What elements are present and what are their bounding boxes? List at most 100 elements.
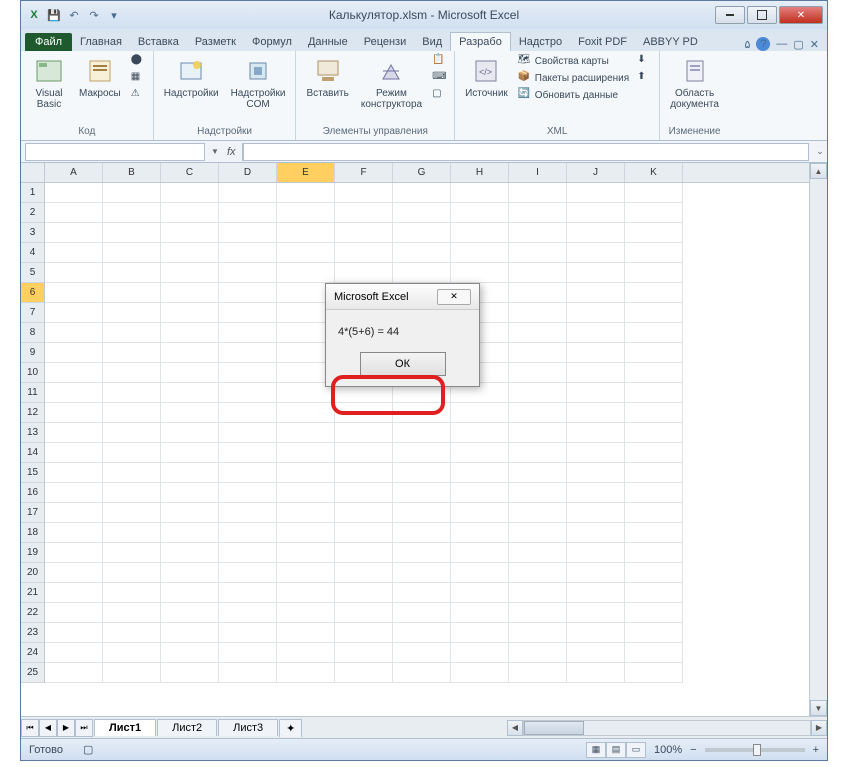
cell[interactable]: [103, 563, 161, 583]
cell[interactable]: [219, 583, 277, 603]
column-header[interactable]: A: [45, 163, 103, 182]
name-box[interactable]: [25, 143, 205, 161]
map-properties-button[interactable]: 🗺Свойства карты: [516, 53, 631, 69]
row-header[interactable]: 13: [21, 423, 44, 443]
cell[interactable]: [625, 483, 683, 503]
cell[interactable]: [567, 623, 625, 643]
grid[interactable]: [45, 183, 809, 716]
cell[interactable]: [393, 583, 451, 603]
cell[interactable]: [219, 483, 277, 503]
cell[interactable]: [567, 383, 625, 403]
cell[interactable]: [335, 203, 393, 223]
cell[interactable]: [335, 603, 393, 623]
cell[interactable]: [45, 223, 103, 243]
cell[interactable]: [567, 343, 625, 363]
cell[interactable]: [625, 523, 683, 543]
cell[interactable]: [451, 663, 509, 683]
redo-icon[interactable]: ↷: [85, 6, 103, 24]
cell[interactable]: [161, 203, 219, 223]
cell[interactable]: [567, 303, 625, 323]
cell[interactable]: [161, 323, 219, 343]
cell[interactable]: [103, 423, 161, 443]
cell[interactable]: [277, 183, 335, 203]
cell[interactable]: [625, 583, 683, 603]
cell[interactable]: [567, 443, 625, 463]
cell[interactable]: [451, 203, 509, 223]
cell[interactable]: [567, 503, 625, 523]
formula-expand-icon[interactable]: ⌄: [813, 146, 827, 157]
cell[interactable]: [277, 543, 335, 563]
cell[interactable]: [219, 603, 277, 623]
window-restore-icon[interactable]: ▢: [793, 38, 803, 51]
properties-button[interactable]: 📋: [430, 53, 448, 69]
horizontal-scrollbar[interactable]: ◀ ▶: [507, 720, 827, 736]
column-header[interactable]: E: [277, 163, 335, 182]
cell[interactable]: [509, 503, 567, 523]
cell[interactable]: [393, 483, 451, 503]
cell[interactable]: [625, 623, 683, 643]
tab-abbyy[interactable]: ABBYY PD: [635, 33, 706, 51]
design-mode-button[interactable]: Режим конструктора: [357, 53, 426, 112]
view-page-break-icon[interactable]: ▭: [626, 742, 646, 758]
record-macro-button[interactable]: ⬤: [129, 53, 147, 69]
cell[interactable]: [45, 623, 103, 643]
zoom-in-icon[interactable]: +: [813, 744, 819, 756]
cell[interactable]: [161, 263, 219, 283]
cell[interactable]: [45, 203, 103, 223]
zoom-level[interactable]: 100%: [654, 744, 682, 756]
cell[interactable]: [625, 363, 683, 383]
row-header[interactable]: 7: [21, 303, 44, 323]
cell[interactable]: [277, 503, 335, 523]
cell[interactable]: [625, 203, 683, 223]
cell[interactable]: [625, 243, 683, 263]
cell[interactable]: [335, 623, 393, 643]
cell[interactable]: [625, 463, 683, 483]
cell[interactable]: [451, 183, 509, 203]
cell[interactable]: [277, 243, 335, 263]
cell[interactable]: [219, 283, 277, 303]
cell[interactable]: [335, 523, 393, 543]
cell[interactable]: [393, 443, 451, 463]
cell[interactable]: [45, 363, 103, 383]
cell[interactable]: [161, 623, 219, 643]
cell[interactable]: [625, 563, 683, 583]
cell[interactable]: [335, 263, 393, 283]
save-icon[interactable]: 💾: [45, 6, 63, 24]
cell[interactable]: [567, 203, 625, 223]
row-header[interactable]: 24: [21, 643, 44, 663]
cell[interactable]: [509, 283, 567, 303]
cell[interactable]: [277, 603, 335, 623]
cell[interactable]: [393, 603, 451, 623]
cell[interactable]: [219, 243, 277, 263]
view-normal-icon[interactable]: ▦: [586, 742, 606, 758]
cell[interactable]: [277, 203, 335, 223]
sheet-nav-last-icon[interactable]: ⏭: [75, 719, 93, 737]
cell[interactable]: [509, 323, 567, 343]
cell[interactable]: [393, 623, 451, 643]
cell[interactable]: [45, 543, 103, 563]
cell[interactable]: [219, 223, 277, 243]
cell[interactable]: [45, 603, 103, 623]
cell[interactable]: [277, 403, 335, 423]
cell[interactable]: [509, 363, 567, 383]
cell[interactable]: [625, 423, 683, 443]
cell[interactable]: [567, 543, 625, 563]
ok-button[interactable]: ОК: [360, 352, 446, 376]
cell[interactable]: [45, 263, 103, 283]
cell[interactable]: [625, 643, 683, 663]
macro-record-icon[interactable]: ▢: [83, 743, 93, 756]
cell[interactable]: [625, 303, 683, 323]
cell[interactable]: [451, 563, 509, 583]
sheet-nav-next-icon[interactable]: ▶: [57, 719, 75, 737]
cell[interactable]: [219, 443, 277, 463]
cell[interactable]: [161, 583, 219, 603]
cell[interactable]: [103, 403, 161, 423]
window-close-icon[interactable]: ✕: [810, 38, 819, 51]
cell[interactable]: [103, 303, 161, 323]
cell[interactable]: [625, 383, 683, 403]
view-page-layout-icon[interactable]: ▤: [606, 742, 626, 758]
tab-view[interactable]: Вид: [414, 33, 450, 51]
cell[interactable]: [393, 643, 451, 663]
minimize-button[interactable]: [715, 6, 745, 24]
xml-source-button[interactable]: </> Источник: [461, 53, 512, 101]
